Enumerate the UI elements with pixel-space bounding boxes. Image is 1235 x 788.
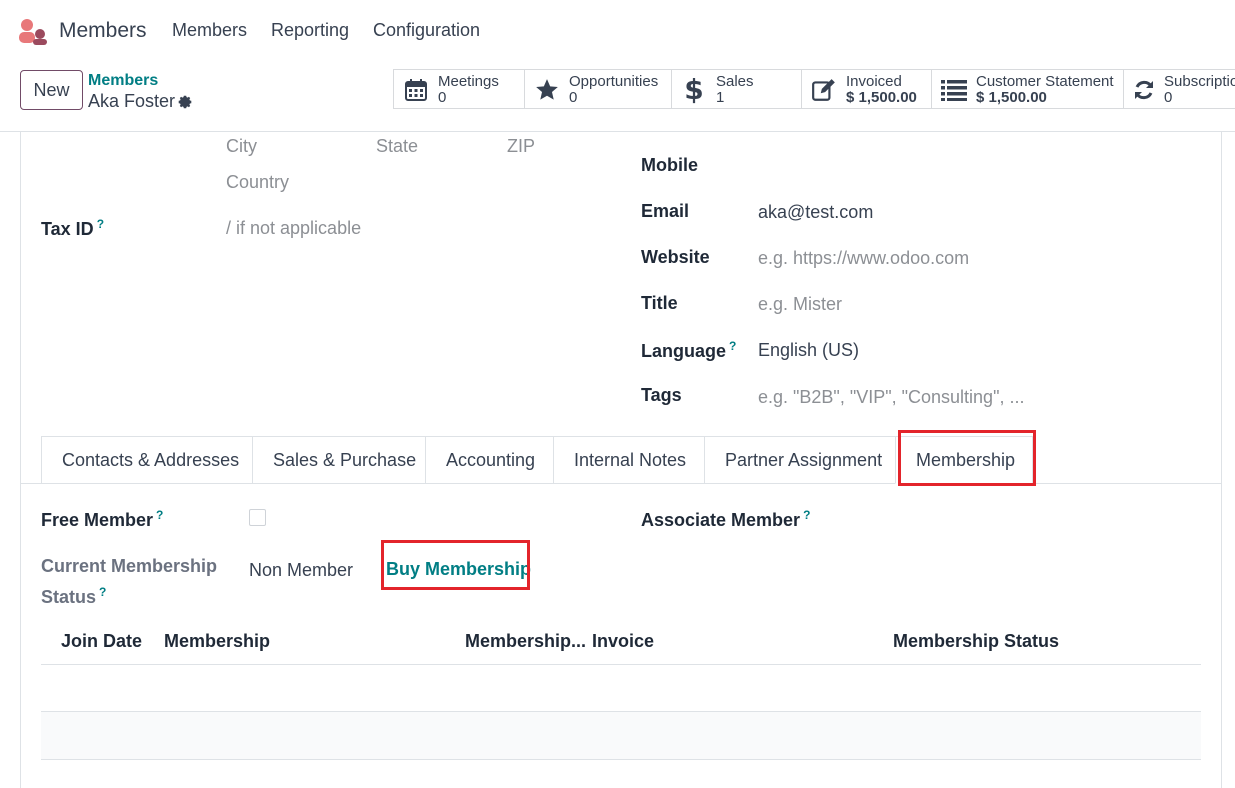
table-row-divider — [41, 759, 1201, 760]
list-icon — [940, 76, 968, 104]
dollar-icon: $ — [684, 73, 704, 106]
column-invoice[interactable]: Invoice — [592, 631, 654, 652]
state-input[interactable]: State — [376, 136, 418, 157]
free-member-checkbox[interactable] — [249, 509, 266, 526]
free-member-label: Free Member? — [41, 508, 164, 530]
tab-partner-assignment[interactable]: Partner Assignment — [704, 436, 895, 484]
meetings-smart-button[interactable]: Meetings 0 — [393, 69, 524, 109]
associate-member-label: Associate Member? — [641, 508, 811, 530]
breadcrumb-members[interactable]: Members — [88, 72, 158, 90]
tax-id-input[interactable]: / if not applicable — [226, 218, 361, 239]
members-app-icon[interactable] — [18, 17, 48, 45]
table-row — [41, 712, 1201, 759]
sales-count: 1 — [716, 89, 725, 106]
subscriptions-count: 0 — [1164, 89, 1173, 106]
language-select[interactable]: English (US) — [758, 340, 859, 361]
help-icon[interactable]: ? — [156, 508, 163, 522]
mobile-label: Mobile — [641, 155, 698, 175]
record-name: Aka Foster — [88, 91, 176, 111]
customer-statement-smart-button[interactable]: Customer Statement $ 1,500.00 — [931, 69, 1123, 109]
help-icon[interactable]: ? — [99, 585, 106, 599]
buy-membership-highlight — [381, 540, 530, 590]
refresh-icon — [1132, 76, 1156, 104]
opportunities-smart-button[interactable]: Opportunities 0 — [524, 69, 671, 109]
column-membership[interactable]: Membership — [164, 631, 270, 652]
tab-sales-purchase[interactable]: Sales & Purchase — [252, 436, 425, 484]
customer-statement-amount: $ 1,500.00 — [976, 89, 1047, 106]
tags-input[interactable]: e.g. "B2B", "VIP", "Consulting", ... — [758, 387, 1024, 408]
website-label: Website — [641, 247, 710, 267]
menu-configuration[interactable]: Configuration — [373, 20, 480, 41]
tab-internal-notes[interactable]: Internal Notes — [553, 436, 704, 484]
top-navbar: Members Members Reporting Configuration — [0, 0, 1235, 62]
sales-smart-button[interactable]: $ Sales 1 — [671, 69, 801, 109]
column-membership-status[interactable]: Membership Status — [893, 631, 1059, 652]
menu-members[interactable]: Members — [172, 20, 247, 41]
website-input[interactable]: e.g. https://www.odoo.com — [758, 248, 969, 269]
notebook-tabs: Contacts & Addresses Sales & Purchase Ac… — [41, 436, 1033, 484]
membership-status-label: Current Membership Status? — [41, 556, 218, 607]
opportunities-label: Opportunities — [569, 73, 659, 90]
star-icon — [533, 76, 561, 104]
meetings-count: 0 — [438, 89, 447, 106]
new-button[interactable]: New — [20, 70, 83, 110]
opportunities-count: 0 — [569, 89, 578, 106]
sales-label: Sales — [716, 73, 754, 90]
app-name[interactable]: Members — [59, 19, 147, 43]
email-label: Email — [641, 201, 690, 221]
column-join-date[interactable]: Join Date — [61, 631, 142, 652]
invoiced-smart-button[interactable]: Invoiced $ 1,500.00 — [801, 69, 931, 109]
title-label: Title — [641, 293, 678, 313]
invoice-edit-icon — [810, 76, 838, 104]
tags-label: Tags — [641, 385, 682, 405]
tab-accounting[interactable]: Accounting — [425, 436, 553, 484]
membership-status-value: Non Member — [249, 560, 354, 580]
gear-icon[interactable] — [177, 94, 193, 110]
city-input[interactable]: City — [226, 136, 257, 157]
invoiced-amount: $ 1,500.00 — [846, 89, 917, 106]
country-input[interactable]: Country — [226, 172, 289, 193]
zip-input[interactable]: ZIP — [507, 136, 535, 157]
language-label: Language? — [641, 339, 737, 361]
customer-statement-label: Customer Statement — [976, 73, 1114, 90]
menu-reporting[interactable]: Reporting — [271, 20, 349, 41]
membership-tab-highlight — [898, 430, 1036, 486]
tab-contacts-addresses[interactable]: Contacts & Addresses — [41, 436, 252, 484]
smart-buttons: Meetings 0 Opportunities 0 $ Sales 1 Invoic… — [393, 69, 1235, 109]
subscriptions-label: Subscriptio — [1164, 73, 1235, 90]
title-input[interactable]: e.g. Mister — [758, 294, 842, 315]
column-membership-truncated[interactable]: Membership... — [465, 631, 586, 652]
help-icon[interactable]: ? — [97, 217, 104, 231]
help-icon[interactable]: ? — [729, 339, 736, 353]
tax-id-label: Tax ID? — [41, 217, 105, 239]
subscriptions-smart-button[interactable]: Subscriptio 0 — [1123, 69, 1235, 109]
control-panel: New Members Aka Foster Meetings 0 Opportu… — [0, 62, 1235, 132]
email-field[interactable]: aka@test.com — [758, 202, 873, 223]
help-icon[interactable]: ? — [803, 508, 810, 522]
calendar-icon — [402, 76, 430, 104]
invoiced-label: Invoiced — [846, 73, 902, 90]
table-row — [41, 665, 1201, 711]
meetings-label: Meetings — [438, 73, 499, 90]
